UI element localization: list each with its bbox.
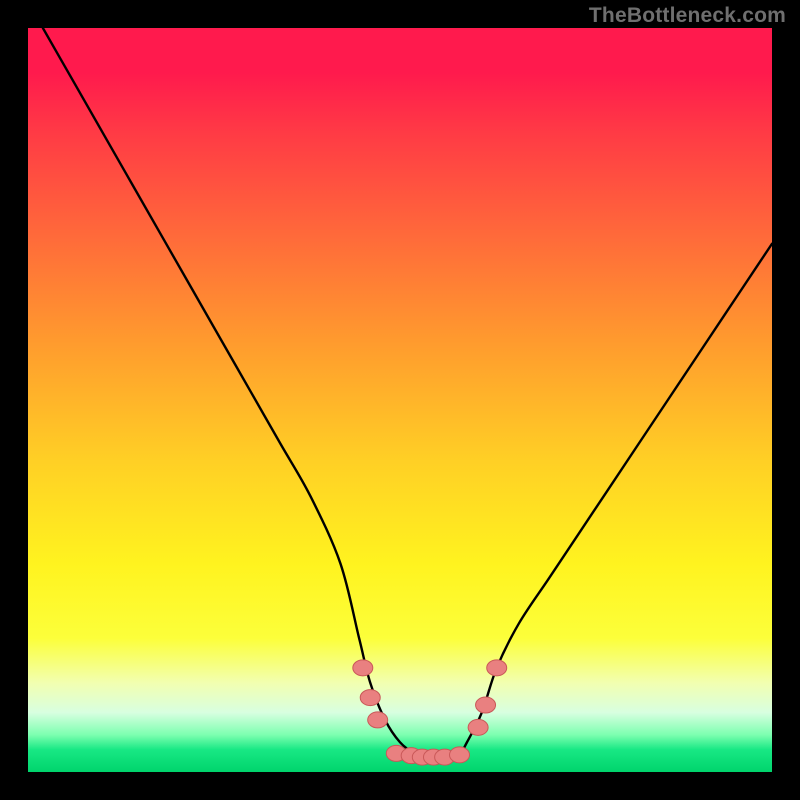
- marker-dot: [476, 697, 496, 713]
- marker-dot: [353, 660, 373, 676]
- attribution-text: TheBottleneck.com: [589, 4, 786, 28]
- marker-dot: [450, 747, 470, 763]
- curve-layer: [28, 28, 772, 772]
- outer-frame: TheBottleneck.com: [0, 0, 800, 800]
- curve-markers: [353, 660, 507, 765]
- marker-dot: [360, 690, 380, 706]
- bottleneck-curve: [43, 28, 772, 758]
- plot-area: [28, 28, 772, 772]
- marker-dot: [468, 719, 488, 735]
- marker-dot: [368, 712, 388, 728]
- marker-dot: [487, 660, 507, 676]
